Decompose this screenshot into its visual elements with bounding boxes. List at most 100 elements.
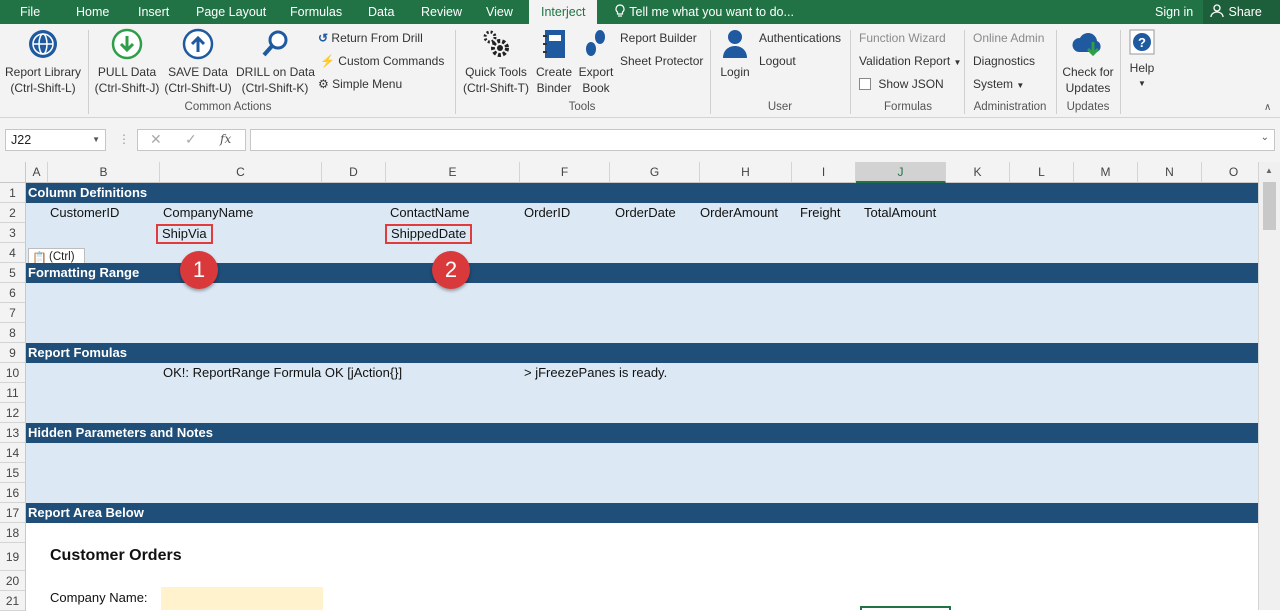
help-button[interactable]: ? Help ▼ [1124, 28, 1160, 92]
tab-file[interactable]: File [20, 0, 40, 24]
cell-orderid[interactable]: OrderID [524, 203, 570, 223]
column-header-f[interactable]: F [520, 162, 610, 183]
row-header-17[interactable]: 17 [0, 503, 26, 523]
row-header-19[interactable]: 19 [0, 543, 26, 571]
footprints-icon [586, 30, 605, 56]
column-header-a[interactable]: A [26, 162, 48, 183]
cell-shippeddate-highlighted[interactable]: ShippedDate [385, 224, 473, 244]
tab-insert[interactable]: Insert [138, 0, 169, 24]
column-header-o[interactable]: O [1202, 162, 1266, 183]
column-header-i[interactable]: I [792, 162, 856, 183]
system-dropdown[interactable]: System ▼ [973, 76, 1024, 94]
function-wizard-button[interactable]: Function Wizard [859, 30, 946, 46]
login-button[interactable]: Login [716, 28, 754, 80]
authentications-button[interactable]: Authentications [759, 30, 841, 46]
tab-review[interactable]: Review [421, 0, 462, 24]
select-all-corner[interactable] [0, 162, 26, 183]
tab-view[interactable]: View [486, 0, 513, 24]
tab-home[interactable]: Home [76, 0, 109, 24]
sheet-protector-button[interactable]: Sheet Protector [620, 53, 703, 69]
cell-freezepanes-status[interactable]: > jFreezePanes is ready. [524, 363, 667, 383]
row-header-9[interactable]: 9 [0, 343, 26, 363]
save-data-button[interactable]: SAVE Data (Ctrl-Shift-U) [163, 28, 233, 96]
cell-orderdate[interactable]: OrderDate [615, 203, 676, 223]
row-header-2[interactable]: 2 [0, 203, 26, 223]
scroll-up-icon[interactable]: ▲ [1265, 166, 1273, 175]
custom-commands-button[interactable]: ⚡ Custom Commands [320, 53, 444, 69]
share-button[interactable]: Share [1203, 0, 1280, 24]
online-admin-button[interactable]: Online Admin [973, 30, 1044, 46]
column-header-b[interactable]: B [48, 162, 160, 183]
column-header-j[interactable]: J [856, 162, 946, 183]
row-header-1[interactable]: 1 [0, 183, 26, 203]
return-from-drill-button[interactable]: ↺ Return From Drill [318, 30, 423, 46]
validation-report-dropdown[interactable]: Validation Report ▼ [859, 53, 961, 71]
cell-contactname[interactable]: ContactName [390, 203, 469, 223]
column-header-h[interactable]: H [700, 162, 792, 183]
chevron-down-icon[interactable]: ⌄ [1261, 132, 1269, 143]
tab-page-layout[interactable]: Page Layout [196, 0, 266, 24]
scroll-thumb[interactable] [1263, 182, 1276, 230]
check-updates-button[interactable]: Check for Updates [1060, 28, 1116, 96]
row-header-6[interactable]: 6 [0, 283, 26, 303]
selected-cell-indicator[interactable] [860, 606, 951, 610]
row-header-14[interactable]: 14 [0, 443, 26, 463]
row-header-3[interactable]: 3 [0, 223, 26, 243]
row-header-10[interactable]: 10 [0, 363, 26, 383]
row-header-5[interactable]: 5 [0, 263, 26, 283]
column-header-k[interactable]: K [946, 162, 1010, 183]
column-header-c[interactable]: C [160, 162, 322, 183]
row-header-11[interactable]: 11 [0, 383, 26, 403]
ribbon: Report Library (Ctrl-Shift-L) PULL Data … [0, 24, 1280, 118]
row-header-8[interactable]: 8 [0, 323, 26, 343]
row-header-21[interactable]: 21 [0, 591, 26, 611]
formula-input[interactable]: ⌄ [250, 129, 1275, 151]
cancel-icon[interactable]: ✕ [150, 131, 162, 148]
name-box[interactable]: J22 ▼ [5, 129, 106, 151]
column-header-l[interactable]: L [1010, 162, 1074, 183]
row-header-7[interactable]: 7 [0, 303, 26, 323]
simple-menu-button[interactable]: ⚙ Simple Menu [318, 76, 402, 92]
export-book-label: Export [578, 65, 614, 79]
column-header-n[interactable]: N [1138, 162, 1202, 183]
company-name-input[interactable] [161, 587, 323, 610]
row-header-16[interactable]: 16 [0, 483, 26, 503]
cell-shipvia-highlighted[interactable]: ShipVia [156, 224, 213, 244]
row-header-15[interactable]: 15 [0, 463, 26, 483]
login-label: Login [720, 65, 750, 79]
column-header-m[interactable]: M [1074, 162, 1138, 183]
create-binder-button[interactable]: Create Binder [535, 28, 573, 96]
logout-button[interactable]: Logout [759, 53, 796, 69]
tab-data[interactable]: Data [368, 0, 394, 24]
pull-data-button[interactable]: PULL Data (Ctrl-Shift-J) [94, 28, 160, 96]
tell-me-box[interactable]: Tell me what you want to do... [614, 0, 794, 24]
row-header-12[interactable]: 12 [0, 403, 26, 423]
export-book-button[interactable]: Export Book [577, 28, 615, 96]
quick-tools-button[interactable]: Quick Tools (Ctrl-Shift-T) [461, 28, 531, 96]
enter-icon[interactable]: ✓ [185, 131, 197, 148]
vertical-scrollbar[interactable]: ▲ [1258, 162, 1280, 610]
tab-formulas[interactable]: Formulas [290, 0, 342, 24]
cell-totalamount[interactable]: TotalAmount [864, 203, 936, 223]
row-header-13[interactable]: 13 [0, 423, 26, 443]
report-library-button[interactable]: Report Library (Ctrl-Shift-L) [4, 28, 82, 96]
diagnostics-button[interactable]: Diagnostics [973, 53, 1035, 69]
cell-freight[interactable]: Freight [800, 203, 840, 223]
cell-reportrange-status[interactable]: OK!: ReportRange Formula OK [jAction{}] [163, 363, 402, 383]
column-header-e[interactable]: E [386, 162, 520, 183]
row-header-4[interactable]: 4 [0, 243, 26, 263]
row-header-20[interactable]: 20 [0, 571, 26, 591]
tab-interject[interactable]: Interject [529, 0, 598, 24]
column-header-d[interactable]: D [322, 162, 386, 183]
show-json-checkbox[interactable]: Show JSON [859, 76, 944, 92]
cell-companyname[interactable]: CompanyName [163, 203, 253, 223]
cell-orderamount[interactable]: OrderAmount [700, 203, 778, 223]
insert-function-icon[interactable]: fx [220, 132, 231, 146]
collapse-ribbon-icon[interactable]: ∧ [1264, 102, 1271, 113]
cell-customerid[interactable]: CustomerID [50, 203, 119, 223]
sign-in-link[interactable]: Sign in [1155, 0, 1193, 24]
drill-data-button[interactable]: DRILL on Data (Ctrl-Shift-K) [236, 28, 315, 96]
report-builder-button[interactable]: Report Builder [620, 30, 697, 46]
row-header-18[interactable]: 18 [0, 523, 26, 543]
column-header-g[interactable]: G [610, 162, 700, 183]
